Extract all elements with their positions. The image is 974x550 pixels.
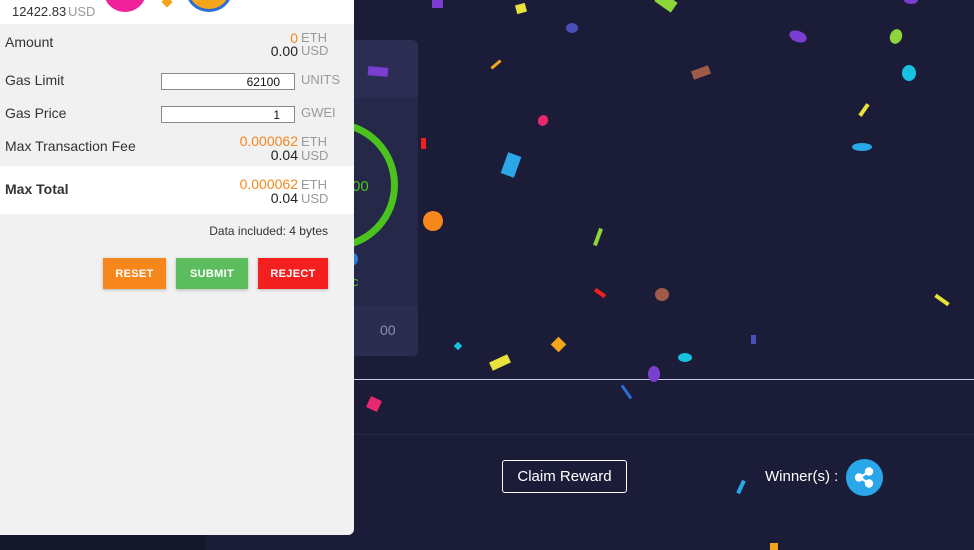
amount-usd-unit: USD — [301, 43, 329, 58]
amount-usd-value: 0.00 — [270, 43, 298, 59]
max-fee-eth-unit: ETH — [301, 134, 327, 149]
ripple-logo-icon — [854, 467, 874, 488]
confetti-piece — [500, 152, 522, 178]
confetti-piece — [620, 384, 633, 400]
confetti-piece — [904, 0, 918, 4]
confetti-piece — [655, 288, 669, 301]
confetti-piece — [490, 59, 502, 70]
max-fee-label: Max Transaction Fee — [5, 138, 136, 154]
gas-limit-input[interactable] — [161, 73, 295, 90]
max-fee-usd-value: 0.04 — [270, 147, 298, 163]
gas-limit-row: Gas Limit UNITS — [0, 64, 354, 96]
max-total-eth-unit: ETH — [301, 177, 327, 192]
amount-row: Amount 0 ETH 0.00 USD — [0, 30, 354, 64]
gas-price-unit: GWEI — [301, 105, 336, 120]
gas-price-row: Gas Price GWEI — [0, 96, 354, 126]
ring-value: 00 — [352, 178, 369, 195]
wallet-confirm-popup: 12422.83 USD Amount 0 ETH 0.00 USD Gas L… — [0, 0, 354, 535]
account-identicon — [104, 0, 146, 12]
confetti-piece — [902, 65, 916, 81]
reset-button[interactable]: RESET — [103, 258, 166, 289]
confetti-piece — [566, 23, 578, 33]
balance-usd-value: 12422.83 — [12, 4, 67, 19]
confetti-piece — [432, 0, 443, 8]
confetti-piece — [453, 341, 463, 351]
gas-price-input[interactable] — [161, 106, 295, 123]
wallet-header: 12422.83 USD — [0, 0, 354, 24]
confetti-piece — [648, 366, 660, 382]
confetti-piece — [852, 143, 872, 151]
gas-limit-unit: UNITS — [301, 72, 340, 87]
confetti-piece — [367, 66, 389, 77]
claim-reward-button[interactable]: Claim Reward — [502, 460, 627, 493]
confetti-piece — [691, 65, 711, 80]
gas-price-label: Gas Price — [5, 105, 67, 121]
winner-avatar[interactable] — [846, 459, 883, 496]
confetti-piece — [736, 479, 746, 495]
confetti-piece — [934, 293, 950, 307]
balance-usd-unit: USD — [68, 4, 96, 19]
confetti-piece — [421, 138, 426, 149]
confetti-piece — [770, 543, 778, 550]
max-fee-row: Max Transaction Fee 0.000062 ETH 0.04 US… — [0, 126, 354, 166]
confetti-piece — [654, 0, 678, 13]
max-total-row: Max Total 0.000062 ETH 0.04 USD — [0, 166, 354, 214]
reject-button[interactable]: REJECT — [258, 258, 328, 289]
confetti-piece — [550, 336, 567, 353]
section-divider-faint — [354, 434, 974, 435]
max-total-usd-unit: USD — [301, 191, 329, 206]
confetti-piece — [593, 287, 607, 299]
max-total-label: Max Total — [5, 181, 69, 197]
submit-button[interactable]: SUBMIT — [176, 258, 248, 289]
confetti-piece — [515, 2, 527, 15]
confetti-piece — [858, 103, 870, 117]
card-footer-value: 00 — [380, 322, 396, 338]
confetti-piece — [593, 227, 603, 247]
confetti-piece — [787, 28, 809, 45]
recipient-identicon — [186, 0, 232, 12]
amount-label: Amount — [5, 34, 54, 50]
winners-label: Winner(s) : — [765, 468, 839, 485]
section-divider — [354, 379, 974, 380]
confetti-piece — [678, 353, 692, 362]
max-fee-usd-unit: USD — [301, 148, 329, 163]
confetti-piece — [489, 354, 511, 371]
arrow-icon — [161, 0, 173, 8]
bottom-strip — [0, 535, 205, 550]
confetti-piece — [366, 396, 382, 412]
max-total-usd-value: 0.04 — [270, 190, 298, 206]
gas-limit-label: Gas Limit — [5, 72, 65, 88]
confetti-piece — [887, 27, 905, 46]
confetti-piece — [423, 211, 443, 231]
confetti-piece — [535, 113, 551, 128]
confetti-piece — [751, 335, 756, 344]
data-included-text: Data included: 4 bytes — [209, 224, 328, 238]
